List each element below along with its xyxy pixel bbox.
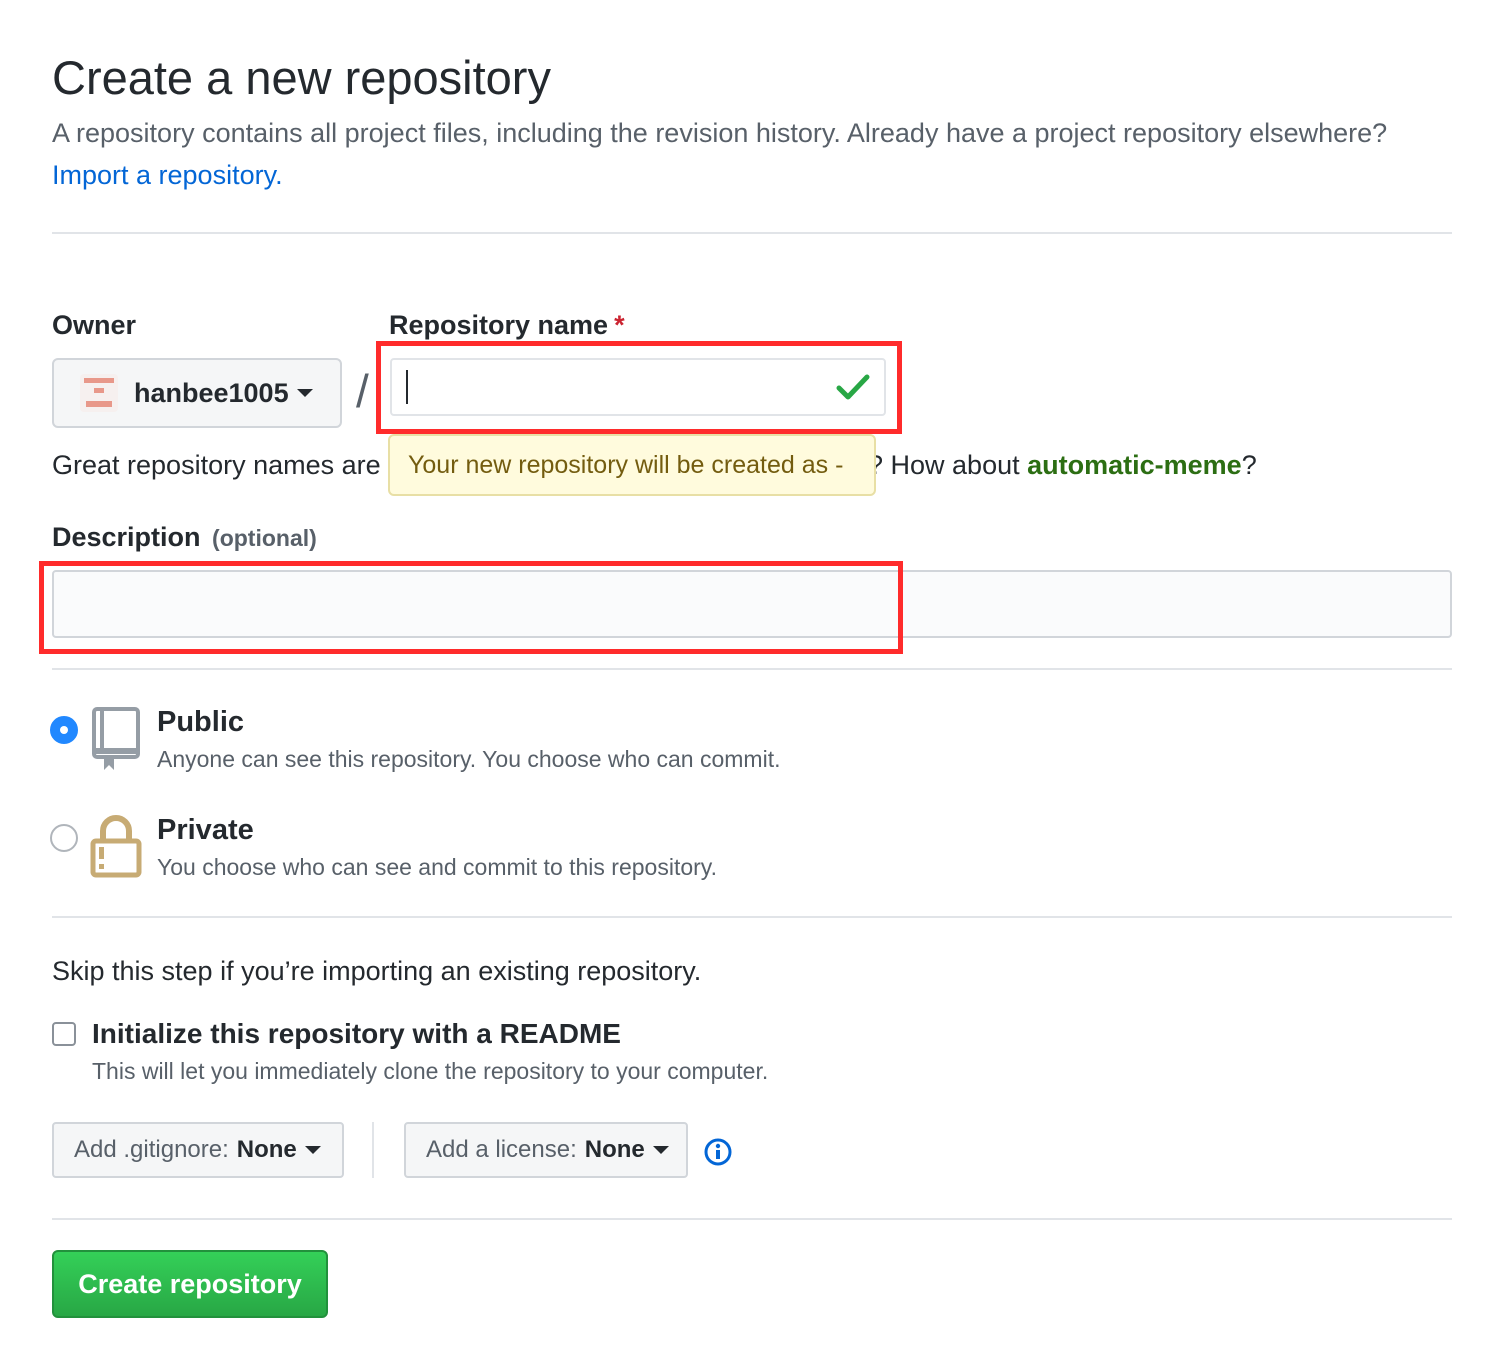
public-description: Anyone can see this repository. You choo… bbox=[157, 746, 781, 772]
caret-down-icon bbox=[652, 1146, 669, 1154]
private-radio[interactable] bbox=[50, 824, 78, 852]
highlight-box-repo-name bbox=[376, 341, 902, 434]
license-value: None bbox=[584, 1136, 645, 1163]
repo-name-tooltip: Your new repository will be created as - bbox=[388, 434, 876, 496]
create-repository-button[interactable]: Create repository bbox=[52, 1250, 328, 1318]
hint-mid: ? How about bbox=[868, 450, 1020, 480]
optional-hint: (optional) bbox=[212, 525, 317, 551]
license-dropdown-button[interactable]: Add a license: None bbox=[404, 1122, 688, 1178]
public-title: Public bbox=[157, 706, 245, 738]
caret-down-icon bbox=[304, 1146, 321, 1154]
divider bbox=[372, 1122, 374, 1178]
skip-step-text: Skip this step if you’re importing an ex… bbox=[52, 956, 702, 986]
divider bbox=[52, 232, 1452, 234]
readme-checkbox[interactable] bbox=[52, 1022, 76, 1046]
lock-icon bbox=[90, 815, 142, 878]
description-label: Description (optional) bbox=[52, 522, 317, 553]
gitignore-dropdown-button[interactable]: Add .gitignore: None bbox=[52, 1122, 344, 1178]
readme-title: Initialize this repository with a README bbox=[92, 1018, 621, 1049]
required-mark: * bbox=[614, 310, 625, 340]
page-subtitle: A repository contains all project files,… bbox=[52, 118, 1388, 148]
import-repository-link[interactable]: Import a repository. bbox=[52, 160, 283, 191]
repo-icon bbox=[92, 707, 140, 770]
highlight-box-description bbox=[39, 561, 903, 654]
gitignore-label: Add .gitignore: bbox=[74, 1136, 229, 1163]
repo-name-suggestion: ? How about automatic-meme? bbox=[868, 450, 1257, 481]
info-icon[interactable] bbox=[704, 1138, 732, 1166]
public-radio[interactable] bbox=[50, 716, 78, 744]
repo-name-label: Repository name * bbox=[389, 310, 625, 341]
suggested-name-link[interactable]: automatic-meme bbox=[1027, 450, 1242, 480]
caret-down-icon bbox=[296, 389, 313, 397]
description-label-text: Description bbox=[52, 522, 201, 552]
divider bbox=[52, 1218, 1452, 1220]
owner-repo-separator: / bbox=[356, 365, 369, 417]
hint-prefix: Great repository names are bbox=[52, 450, 381, 480]
license-label: Add a license: bbox=[426, 1136, 577, 1163]
divider bbox=[52, 668, 1452, 670]
owner-name: hanbee1005 bbox=[134, 377, 289, 408]
divider bbox=[52, 916, 1452, 918]
owner-dropdown-button[interactable]: hanbee1005 bbox=[52, 358, 342, 428]
page-title: Create a new repository bbox=[52, 51, 551, 104]
private-description: You choose who can see and commit to thi… bbox=[157, 854, 717, 880]
repo-name-hint: Great repository names are bbox=[52, 450, 381, 481]
hint-suffix: ? bbox=[1241, 450, 1257, 480]
owner-label: Owner bbox=[52, 310, 137, 340]
avatar bbox=[80, 374, 118, 412]
readme-description: This will let you immediately clone the … bbox=[92, 1058, 769, 1084]
repo-name-label-text: Repository name bbox=[389, 310, 609, 340]
private-title: Private bbox=[157, 814, 254, 846]
gitignore-value: None bbox=[236, 1136, 297, 1163]
